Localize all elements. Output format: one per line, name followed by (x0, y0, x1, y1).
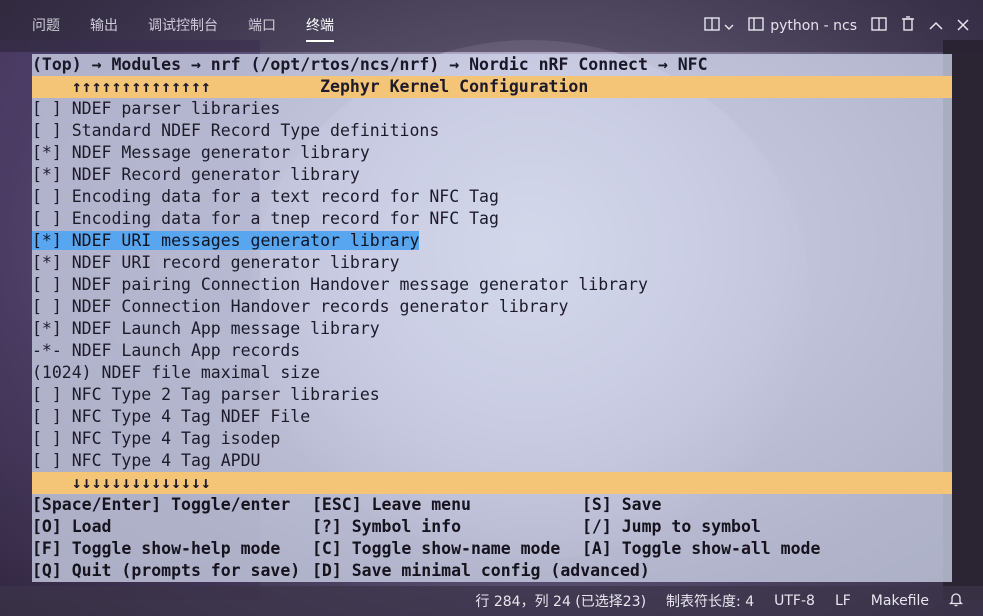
tab-ports[interactable]: 端口 (248, 0, 276, 52)
menu-item[interactable]: [ ] NDEF pairing Connection Handover mes… (32, 274, 952, 296)
key-help-item: [ESC] Leave menu (312, 495, 471, 514)
menuconfig-terminal[interactable]: (Top) → Modules → nrf (/opt/rtos/ncs/nrf… (32, 54, 952, 586)
menu-item-label: [ ] NFC Type 4 Tag NDEF File (32, 407, 311, 426)
menu-item[interactable]: [ ] NFC Type 4 Tag APDU (32, 450, 952, 472)
menu-item-label: [ ] Encoding data for a tnep record for … (32, 209, 499, 228)
menu-item[interactable]: [*] NDEF Launch App message library (32, 318, 952, 340)
menu-item-label: [ ] NDEF parser libraries (32, 99, 281, 118)
menu-item[interactable]: -*- NDEF Launch App records (32, 340, 952, 362)
key-help-row: [Q] Quit (prompts for save) [D] Save mini… (32, 560, 952, 582)
menu-item-label: [ ] NFC Type 2 Tag parser libraries (32, 385, 380, 404)
menu-item[interactable]: (1024) NDEF file maximal size (32, 362, 952, 384)
key-help-item: [F] Toggle show-help mode (32, 539, 281, 558)
bell-icon[interactable] (948, 591, 964, 611)
menu-item-label: [ ] Standard NDEF Record Type definition… (32, 121, 440, 140)
close-icon[interactable] (957, 17, 969, 35)
trash-icon[interactable] (901, 16, 915, 36)
menu-item[interactable]: [ ] NFC Type 2 Tag parser libraries (32, 384, 952, 406)
tab-debug-console[interactable]: 调试控制台 (148, 0, 218, 52)
chevron-up-icon[interactable] (929, 17, 943, 35)
menu-item-label: [ ] NDEF Connection Handover records gen… (32, 297, 569, 316)
menu-item[interactable]: [*] NDEF Record generator library (32, 164, 952, 186)
menu-item[interactable]: [ ] NDEF parser libraries (32, 98, 952, 120)
menu-item-label: [ ] NDEF pairing Connection Handover mes… (32, 275, 648, 294)
key-help-item: [/] Jump to symbol (582, 517, 761, 536)
menu-item[interactable]: [*] NDEF Message generator library (32, 142, 952, 164)
menu-item-label: (1024) NDEF file maximal size (32, 363, 321, 382)
menu-item-label: [ ] NFC Type 4 Tag APDU (32, 451, 261, 470)
key-help-row: [Space/Enter] Toggle/enter [ESC] Leave me… (32, 494, 952, 516)
key-help-item: [Q] Quit (prompts for save) (32, 561, 301, 580)
menu-item[interactable]: [*] NDEF URI record generator library (32, 252, 952, 274)
key-help-item: [O] Load (32, 517, 112, 536)
menu-item-label: [ ] Encoding data for a text record for … (32, 187, 499, 206)
menu-item[interactable]: [*] NDEF URI messages generator library (32, 230, 952, 252)
menu-item[interactable]: [ ] Encoding data for a text record for … (32, 186, 952, 208)
menu-item-label: -*- NDEF Launch App records (32, 341, 301, 360)
key-help-item: [Space/Enter] Toggle/enter (32, 495, 291, 514)
end-of-line[interactable]: LF (835, 593, 851, 609)
chevron-down-icon[interactable] (724, 17, 734, 35)
menu-item-label: [*] NDEF Launch App message library (32, 319, 380, 338)
tab-terminal[interactable]: 终端 (306, 0, 334, 52)
key-help-item: [?] Symbol info (312, 517, 462, 536)
menu-item-label: [*] NDEF URI record generator library (32, 253, 400, 272)
tab-output[interactable]: 输出 (90, 0, 118, 52)
key-help-item: [S] Save (582, 495, 662, 514)
split-icon[interactable] (871, 17, 887, 35)
cursor-position[interactable]: 行 284，列 24 (已选择23) (475, 591, 646, 611)
terminal-icon[interactable] (704, 17, 720, 35)
menu-item[interactable]: [ ] NFC Type 4 Tag isodep (32, 428, 952, 450)
key-help-item: [C] Toggle show-name mode (312, 539, 561, 558)
key-help-row: [O] Load [?] Symbol info [/] Jump to symbo… (32, 516, 952, 538)
scroll-down-indicator: ↓↓↓↓↓↓↓↓↓↓↓↓↓↓ (32, 472, 952, 494)
language-mode[interactable]: Makefile (871, 593, 929, 609)
tab-size[interactable]: 制表符长度: 4 (666, 591, 754, 611)
menu-item[interactable]: [ ] NDEF Connection Handover records gen… (32, 296, 952, 318)
menu-item[interactable]: [ ] NFC Type 4 Tag NDEF File (32, 406, 952, 428)
title-bar: ↑↑↑↑↑↑↑↑↑↑↑↑↑↑ Zephyr Kernel Configurati… (32, 76, 952, 98)
encoding[interactable]: UTF-8 (774, 593, 815, 609)
terminal-instance-icon[interactable] (748, 17, 764, 35)
key-help-item: [D] Save minimal config (advanced) (312, 561, 650, 580)
breadcrumb: (Top) → Modules → nrf (/opt/rtos/ncs/nrf… (32, 54, 952, 76)
terminal-name[interactable]: python - ncs (770, 18, 857, 34)
panel-header: 问题 输出 调试控制台 端口 终端 python - ncs (0, 0, 983, 52)
menu-item-label: [*] NDEF URI messages generator library (32, 231, 420, 250)
menu-item[interactable]: [ ] Encoding data for a tnep record for … (32, 208, 952, 230)
menu-item-label: [*] NDEF Record generator library (32, 165, 360, 184)
key-help-item: [A] Toggle show-all mode (582, 539, 821, 558)
status-bar: 行 284，列 24 (已选择23) 制表符长度: 4 UTF-8 LF Mak… (0, 586, 983, 616)
key-help-row: [F] Toggle show-help mode [C] Toggle show… (32, 538, 952, 560)
tab-problems[interactable]: 问题 (32, 0, 60, 52)
menu-item-label: [*] NDEF Message generator library (32, 143, 370, 162)
menu-item-label: [ ] NFC Type 4 Tag isodep (32, 429, 281, 448)
menu-item[interactable]: [ ] Standard NDEF Record Type definition… (32, 120, 952, 142)
